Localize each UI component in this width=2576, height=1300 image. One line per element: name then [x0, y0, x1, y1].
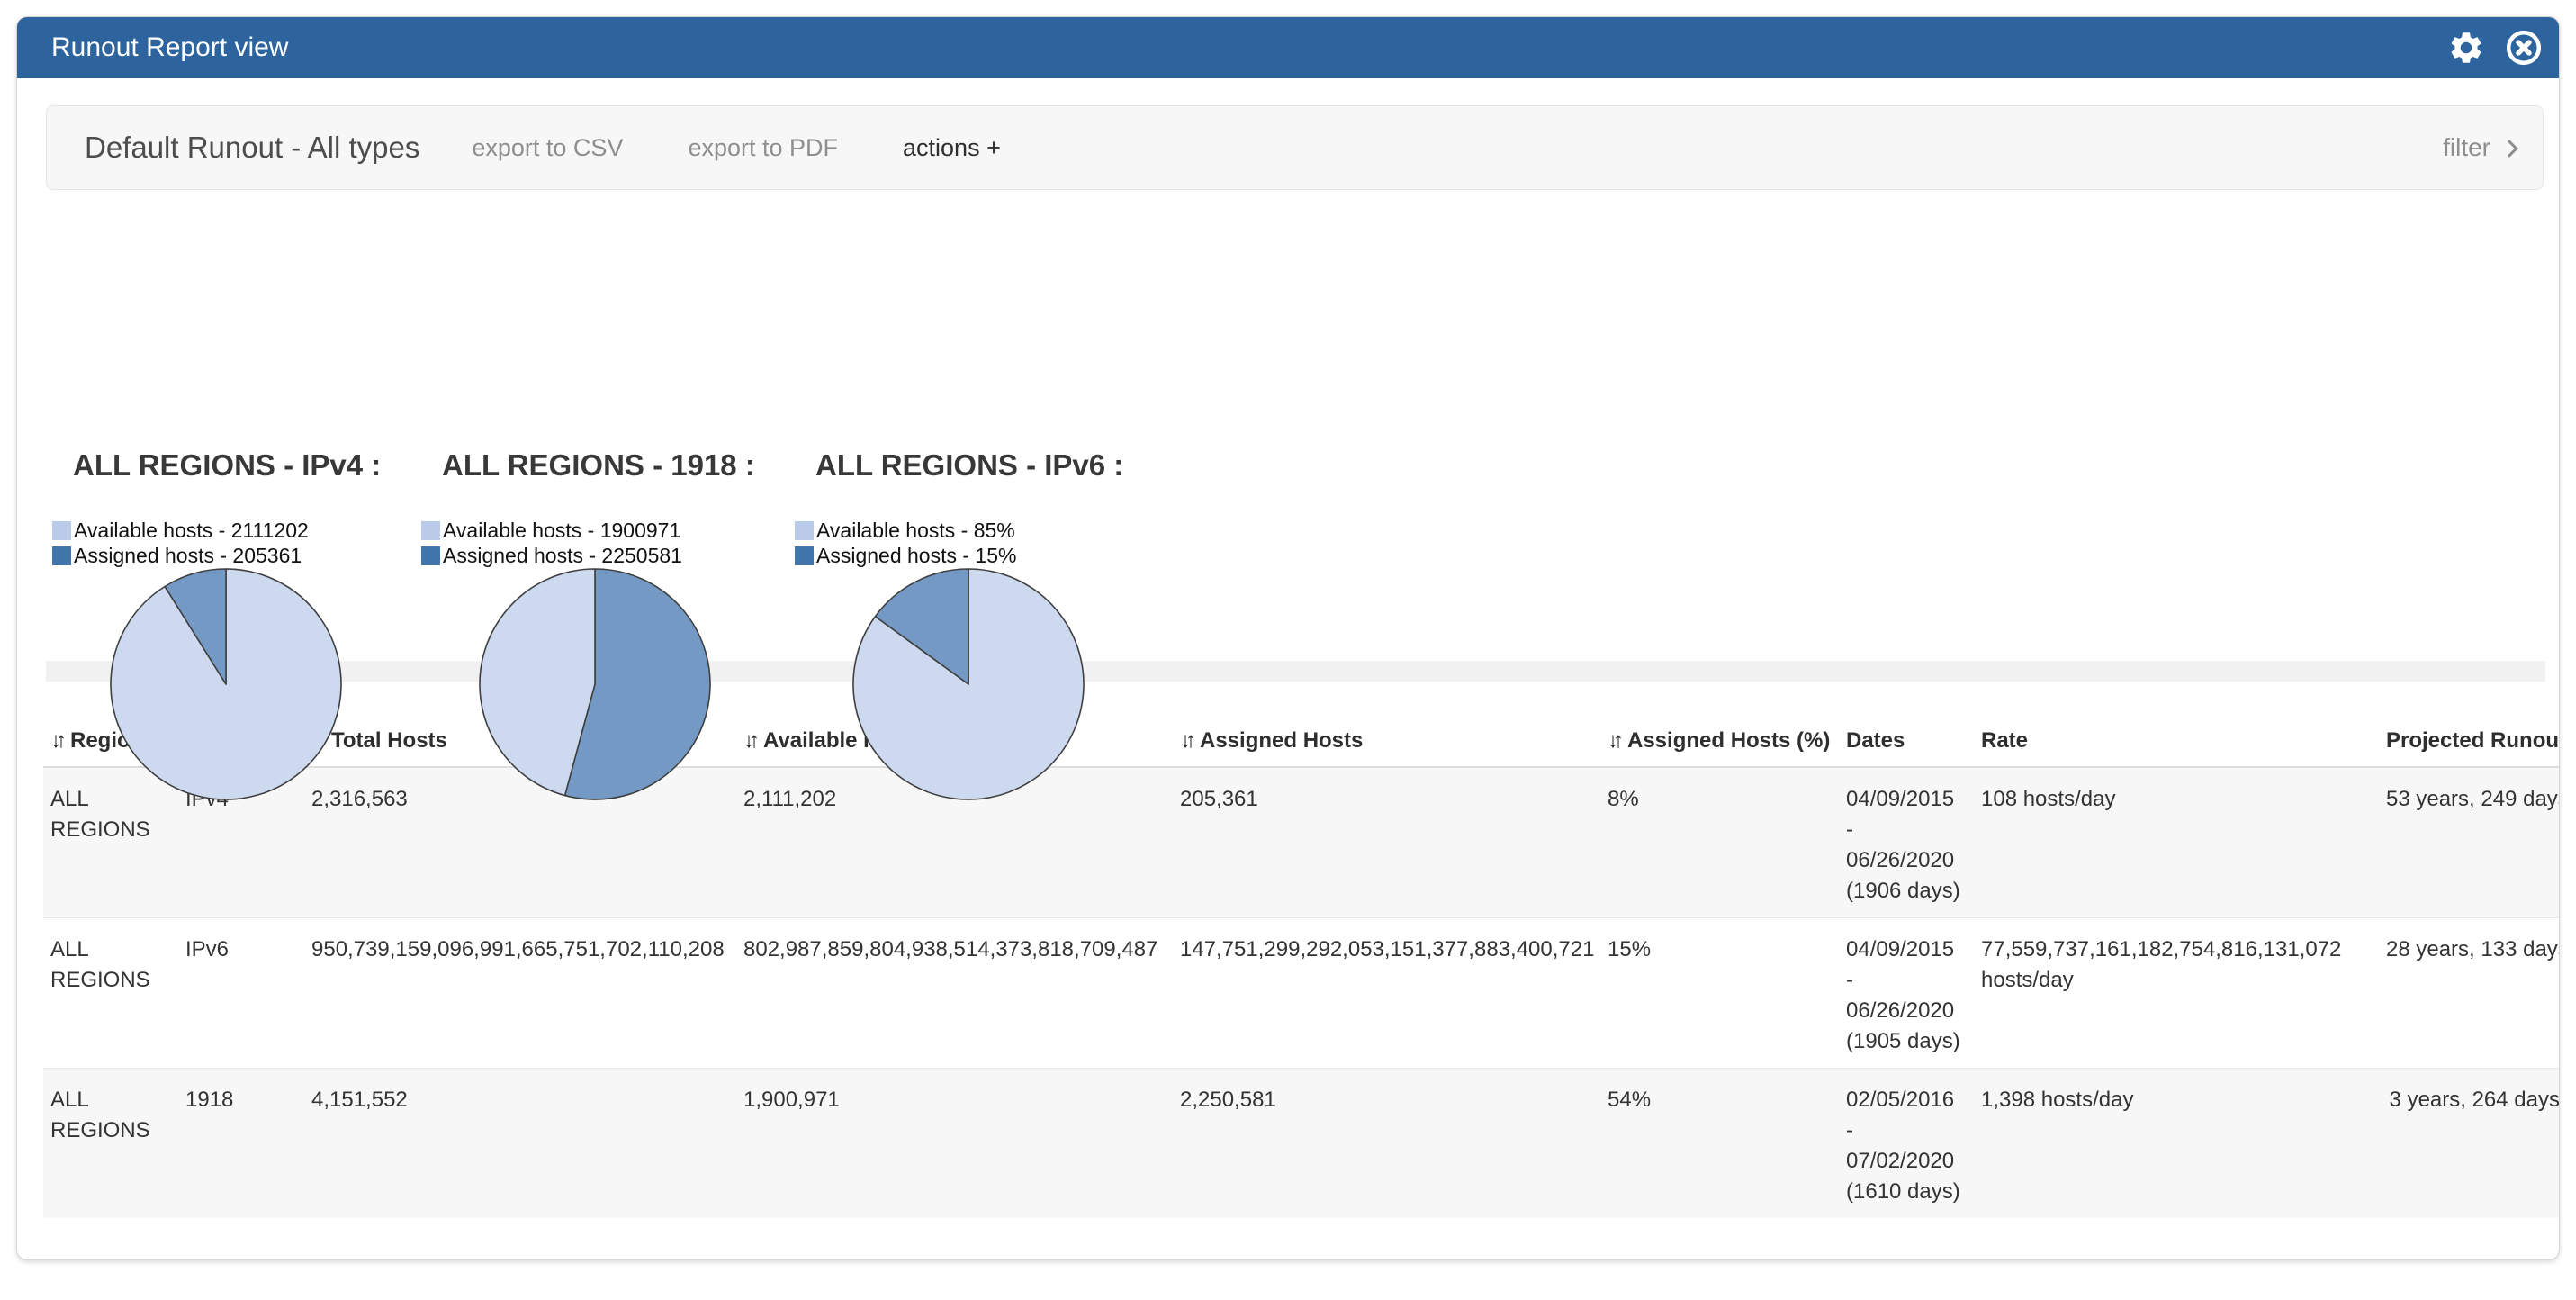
actions-button[interactable]: actions +: [903, 134, 1001, 162]
runout-table-container: ↓↑Region ↓↑IP Type ↓↑Total Hosts ↓↑Avail…: [43, 714, 2545, 1218]
column-header-assigned-hosts[interactable]: ↓↑Assigned Hosts: [1173, 714, 1600, 767]
cell-projected-runout: 28 years, 133 days: [2379, 918, 2560, 1069]
cell-dates: 02/05/2016 - 07/02/2020 (1610 days): [1839, 1069, 1974, 1219]
legend-item: Available hosts - 85%: [795, 518, 1155, 543]
chart-legend: Available hosts - 1900971Assigned hosts …: [421, 518, 781, 568]
pie-chart-block-1918: ALL REGIONS - 1918 : Available hosts - 1…: [421, 447, 781, 811]
cell-region: ALL REGIONS: [43, 1069, 178, 1219]
cell-rate: 1,398 hosts/day: [1974, 1069, 2379, 1219]
chevron-right-icon: [2500, 140, 2518, 158]
table-row: ALL REGIONS 1918 4,151,552 1,900,971 2,2…: [43, 1069, 2560, 1219]
pie-chart: [99, 557, 353, 811]
column-header-projected-runout: ↓↑Projected Runout: [2379, 714, 2560, 767]
legend-item: Assigned hosts - 2250581: [421, 543, 781, 568]
runout-report-window: Runout Report view Default Runout - All …: [16, 16, 2560, 1260]
legend-label: Assigned hosts - 205361: [74, 543, 302, 568]
legend-swatch: [421, 546, 440, 565]
table-row: ALL REGIONS IPv6 950,739,159,096,991,665…: [43, 918, 2560, 1069]
cell-projected-runout: 3 years, 264 days: [2379, 1069, 2560, 1219]
chart-title: ALL REGIONS - 1918 :: [421, 447, 781, 483]
cell-assigned-hosts-pct: 8%: [1600, 767, 1839, 918]
legend-swatch: [795, 521, 814, 540]
charts-section: ALL REGIONS - IPv4 : Available hosts - 2…: [17, 190, 2559, 661]
filter-button[interactable]: filter: [2443, 133, 2516, 162]
cell-total-hosts: 4,151,552: [304, 1069, 736, 1219]
legend-label: Assigned hosts - 2250581: [443, 543, 682, 568]
cell-ip-type: 1918: [178, 1069, 304, 1219]
legend-swatch: [421, 521, 440, 540]
column-header-assigned-hosts-pct[interactable]: ↓↑Assigned Hosts (%): [1600, 714, 1839, 767]
legend-swatch: [52, 546, 71, 565]
filter-label: filter: [2443, 133, 2490, 162]
legend-item: Assigned hosts - 15%: [795, 543, 1155, 568]
chart-legend: Available hosts - 85%Assigned hosts - 15…: [795, 518, 1155, 568]
pie-chart-block-ipv4: ALL REGIONS - IPv4 : Available hosts - 2…: [52, 447, 412, 811]
close-icon[interactable]: [2505, 29, 2543, 67]
export-pdf-button[interactable]: export to PDF: [688, 134, 838, 162]
legend-label: Available hosts - 85%: [816, 518, 1015, 543]
export-csv-button[interactable]: export to CSV: [472, 134, 623, 162]
legend-item: Available hosts - 1900971: [421, 518, 781, 543]
cell-dates: 04/09/2015 - 06/26/2020 (1905 days): [1839, 918, 1974, 1069]
gear-icon[interactable]: [2447, 29, 2485, 67]
cell-region: ALL REGIONS: [43, 918, 178, 1069]
report-toolbar: Default Runout - All types export to CSV…: [46, 105, 2544, 190]
legend-item: Assigned hosts - 205361: [52, 543, 412, 568]
cell-assigned-hosts: 147,751,299,292,053,151,377,883,400,721: [1173, 918, 1600, 1069]
chart-title: ALL REGIONS - IPv6 :: [795, 447, 1155, 483]
legend-swatch: [52, 521, 71, 540]
cell-rate: 77,559,737,161,182,754,816,131,072 hosts…: [1974, 918, 2379, 1069]
legend-label: Available hosts - 2111202: [74, 518, 309, 543]
cell-dates: 04/09/2015 - 06/26/2020 (1906 days): [1839, 767, 1974, 918]
legend-label: Available hosts - 1900971: [443, 518, 680, 543]
cell-assigned-hosts-pct: 15%: [1600, 918, 1839, 1069]
cell-assigned-hosts: 205,361: [1173, 767, 1600, 918]
sort-icon: ↓↑: [1180, 728, 1191, 753]
cell-available-hosts: 1,900,971: [736, 1069, 1173, 1219]
pie-chart: [842, 557, 1095, 811]
column-header-dates: ↓↑Dates: [1839, 714, 1974, 767]
legend-label: Assigned hosts - 15%: [816, 543, 1016, 568]
cell-ip-type: IPv6: [178, 918, 304, 1069]
window-titlebar: Runout Report view: [17, 17, 2559, 78]
pie-chart-block-ipv6: ALL REGIONS - IPv6 : Available hosts - 8…: [795, 447, 1155, 811]
report-title: Default Runout - All types: [85, 131, 419, 165]
cell-assigned-hosts-pct: 54%: [1600, 1069, 1839, 1219]
pie-chart: [468, 557, 722, 811]
sort-icon: ↓↑: [1608, 728, 1618, 753]
chart-title: ALL REGIONS - IPv4 :: [52, 447, 412, 483]
chart-legend: Available hosts - 2111202Assigned hosts …: [52, 518, 412, 568]
cell-assigned-hosts: 2,250,581: [1173, 1069, 1600, 1219]
column-header-rate: ↓↑Rate: [1974, 714, 2379, 767]
cell-projected-runout: 53 years, 249 days: [2379, 767, 2560, 918]
cell-rate: 108 hosts/day: [1974, 767, 2379, 918]
cell-available-hosts: 802,987,859,804,938,514,373,818,709,487: [736, 918, 1173, 1069]
legend-item: Available hosts - 2111202: [52, 518, 412, 543]
legend-swatch: [795, 546, 814, 565]
window-title: Runout Report view: [51, 32, 288, 63]
cell-total-hosts: 950,739,159,096,991,665,751,702,110,208: [304, 918, 736, 1069]
